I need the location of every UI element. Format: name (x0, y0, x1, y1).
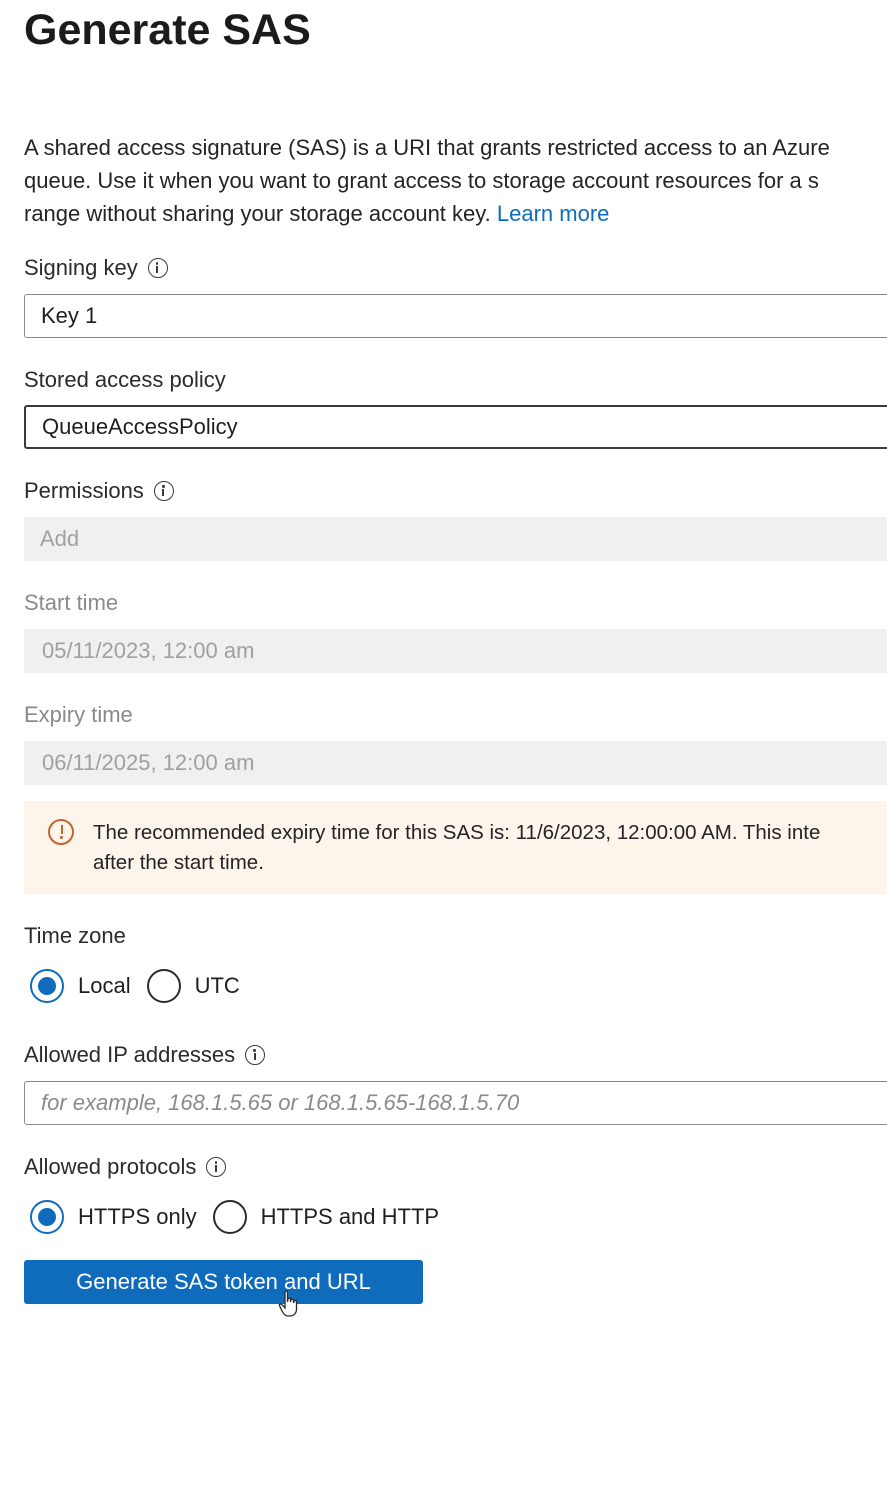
expiry-time-label: Expiry time (24, 702, 133, 728)
stored-access-policy-label: Stored access policy (24, 367, 226, 393)
radio-checked-icon[interactable] (30, 1200, 64, 1234)
signing-key-label-text: Signing key (24, 255, 138, 280)
description-line-1: A shared access signature (SAS) is a URI… (24, 135, 830, 160)
description: A shared access signature (SAS) is a URI… (24, 131, 887, 230)
stored-access-policy-select[interactable]: QueueAccessPolicy (24, 405, 887, 449)
allowed-protocols-label-text: Allowed protocols (24, 1154, 197, 1179)
expiry-time-value: 06/11/2025, 12:00 am (42, 750, 255, 775)
expiry-time-label-text: Expiry time (24, 702, 133, 727)
time-zone-local-label: Local (78, 973, 131, 998)
expiry-warning-banner: The recommended expiry time for this SAS… (24, 801, 887, 894)
allowed-ip-input[interactable]: for example, 168.1.5.65 or 168.1.5.65-16… (24, 1081, 887, 1125)
protocol-https-http-label: HTTPS and HTTP (260, 1204, 440, 1229)
protocol-https-http-radio[interactable]: HTTPS and HTTP (212, 1200, 440, 1234)
generate-sas-button[interactable]: Generate SAS token and URL (24, 1260, 423, 1304)
info-icon[interactable] (245, 1045, 266, 1065)
signing-key-value: Key 1 (41, 303, 98, 328)
description-line-3-text: range without sharing your storage accou… (24, 201, 491, 226)
radio-unchecked-icon[interactable] (146, 969, 181, 1003)
stored-access-policy-value: QueueAccessPolicy (42, 414, 238, 439)
allowed-protocols-label: Allowed protocols (24, 1154, 227, 1180)
start-time-value: 05/11/2023, 12:00 am (42, 638, 255, 663)
signing-key-label: Signing key (24, 255, 168, 281)
radio-unchecked-icon[interactable] (212, 1200, 247, 1234)
info-icon[interactable] (206, 1157, 227, 1177)
protocol-https-only-radio[interactable]: HTTPS only (30, 1200, 197, 1234)
start-time-label: Start time (24, 590, 118, 616)
time-zone-utc-radio[interactable]: UTC (146, 969, 240, 1003)
permissions-label: Permissions (24, 478, 174, 504)
info-icon[interactable] (147, 258, 168, 278)
start-time-label-text: Start time (24, 590, 119, 615)
time-zone-label-text: Time zone (24, 923, 126, 948)
description-line-2: queue. Use it when you want to grant acc… (24, 168, 819, 193)
time-zone-radio-group: Local UTC (30, 969, 256, 1003)
signing-key-select[interactable]: Key 1 (24, 294, 887, 338)
page-title: Generate SAS (24, 6, 311, 54)
time-zone-label: Time zone (24, 923, 126, 949)
permissions-select: Add (24, 517, 887, 561)
protocol-https-only-label: HTTPS only (78, 1204, 197, 1229)
generate-sas-panel: Generate SAS A shared access signature (… (0, 0, 887, 1495)
hand-pointer-icon (278, 1290, 298, 1317)
start-time-field: 05/11/2023, 12:00 am (24, 629, 887, 673)
warning-text: The recommended expiry time for this SAS… (93, 818, 820, 878)
warning-icon (48, 819, 74, 845)
stored-access-policy-label-text: Stored access policy (24, 367, 226, 392)
warning-line-1: The recommended expiry time for this SAS… (93, 821, 821, 844)
time-zone-utc-label: UTC (194, 973, 240, 998)
description-line-3: range without sharing your storage accou… (24, 197, 887, 230)
allowed-protocols-radio-group: HTTPS only HTTPS and HTTP (30, 1200, 455, 1234)
info-icon[interactable] (153, 481, 174, 501)
expiry-time-field: 06/11/2025, 12:00 am (24, 741, 887, 785)
warning-line-2: after the start time. (93, 851, 264, 874)
time-zone-local-radio[interactable]: Local (30, 969, 131, 1003)
permissions-placeholder: Add (40, 526, 80, 551)
allowed-ip-label-text: Allowed IP addresses (24, 1042, 236, 1067)
allowed-ip-label: Allowed IP addresses (24, 1042, 266, 1068)
radio-checked-icon[interactable] (30, 969, 64, 1003)
learn-more-link[interactable]: Learn more (497, 201, 610, 226)
allowed-ip-placeholder: for example, 168.1.5.65 or 168.1.5.65-16… (41, 1090, 520, 1115)
permissions-label-text: Permissions (24, 478, 144, 503)
